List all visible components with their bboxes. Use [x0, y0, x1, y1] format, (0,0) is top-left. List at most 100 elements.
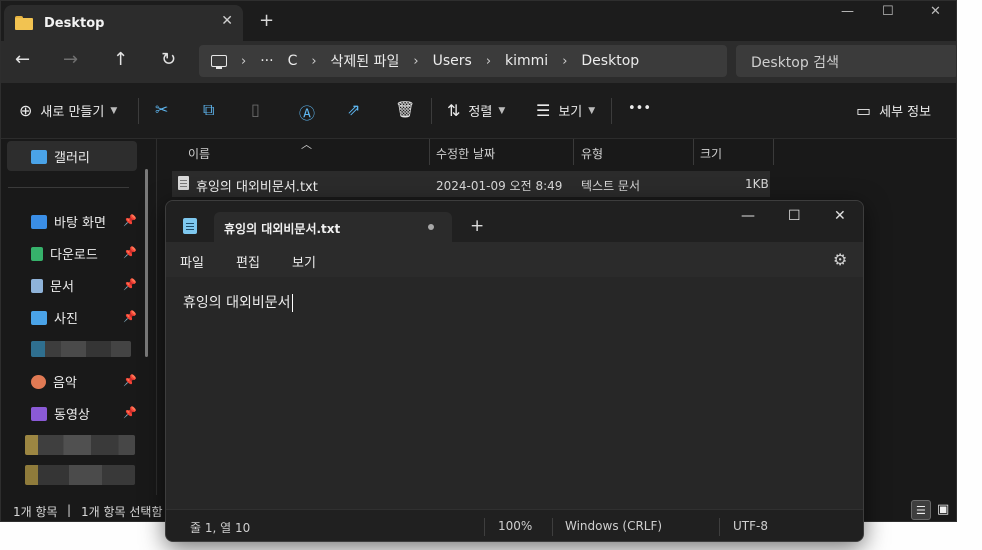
redacted-sidebar-item[interactable] — [31, 341, 131, 357]
encoding[interactable]: UTF-8 — [733, 519, 768, 533]
breadcrumb-item[interactable]: Users — [433, 53, 472, 69]
close-window-button[interactable]: ✕ — [930, 4, 941, 19]
breadcrumb-separator: › — [241, 53, 247, 69]
column-divider[interactable] — [773, 139, 774, 165]
forward-button[interactable]: → — [63, 49, 78, 70]
column-header-type[interactable]: 유형 — [581, 145, 603, 162]
sort-button[interactable]: ⇅ 정렬 ▼ — [447, 101, 505, 120]
sidebar-item-label: 문서 — [50, 280, 74, 295]
file-row[interactable]: 휴잉의 대외비문서.txt 2024-01-09 오전 8:49 텍스트 문서 … — [172, 171, 770, 197]
explorer-tab-desktop[interactable]: Desktop ✕ — [4, 5, 243, 41]
notepad-status-bar: 줄 1, 열 10 100% Windows (CRLF) UTF-8 — [166, 509, 863, 541]
zoom-level[interactable]: 100% — [498, 519, 532, 533]
pin-icon: 📌 — [123, 310, 137, 323]
redacted-sidebar-item[interactable] — [25, 435, 135, 455]
details-pane-label: 세부 정보 — [879, 105, 932, 120]
notepad-titlebar: 휴잉의 대외비문서.txt + — ☐ ✕ — [166, 201, 863, 242]
maximize-button[interactable]: ☐ — [882, 4, 894, 19]
breadcrumb-item[interactable]: 삭제된 파일 — [331, 51, 400, 71]
file-size: 1KB — [745, 177, 769, 191]
editor-text: 휴잉의 대외비문서 — [183, 295, 291, 311]
sort-caret-icon: ︿ — [301, 138, 312, 151]
file-modified: 2024-01-09 오전 8:49 — [436, 179, 563, 193]
sidebar-item-gallery-label-wrap[interactable]: 갤러리 — [31, 147, 90, 166]
pin-icon: 📌 — [123, 374, 137, 387]
pin-icon: 📌 — [123, 406, 137, 419]
navigation-pane: 갤러리 바탕 화면 📌 다운로드 📌 문서 📌 사진 📌 음악 📌 동영상 📌 — [1, 139, 149, 495]
sidebar-item-pictures[interactable]: 사진 — [31, 308, 78, 327]
address-bar[interactable]: › ··· C › 삭제된 파일 › Users › kimmi › Deskt… — [199, 45, 727, 77]
navigation-bar: ← → ↑ ↻ › ··· C › 삭제된 파일 › Users › kimmi… — [1, 41, 956, 83]
menu-view[interactable]: 보기 — [292, 252, 316, 271]
divider — [138, 98, 139, 124]
breadcrumb-item-current[interactable]: Desktop — [581, 53, 639, 69]
sidebar-item-downloads[interactable]: 다운로드 — [31, 244, 98, 263]
unsaved-indicator[interactable] — [428, 224, 434, 230]
settings-gear-icon[interactable]: ⚙ — [833, 250, 847, 269]
copy-icon[interactable]: ⧉ — [203, 100, 214, 120]
file-type: 텍스트 문서 — [581, 179, 641, 193]
file-name: 휴잉의 대외비문서.txt — [196, 180, 318, 195]
notepad-tab[interactable]: 휴잉의 대외비문서.txt — [214, 212, 452, 242]
column-header-modified[interactable]: 수정한 날짜 — [436, 145, 495, 162]
close-tab-icon[interactable]: ✕ — [221, 13, 233, 29]
breadcrumb-more[interactable]: ··· — [260, 53, 273, 69]
column-header-name[interactable]: 이름 — [188, 145, 210, 162]
details-pane-button[interactable]: ▭ 세부 정보 — [856, 101, 931, 120]
item-count: 1개 항목 — [13, 505, 58, 519]
cut-icon[interactable]: ✂ — [155, 100, 168, 119]
this-pc-icon[interactable] — [211, 55, 227, 69]
redacted-sidebar-item[interactable] — [25, 465, 135, 485]
minimize-button[interactable]: — — [841, 4, 854, 19]
back-button[interactable]: ← — [15, 49, 30, 70]
breadcrumb-separator: › — [485, 53, 492, 69]
text-editor-area[interactable]: 휴잉의 대외비문서 — [166, 277, 863, 509]
more-options-button[interactable]: ••• — [628, 101, 651, 116]
notepad-new-tab-button[interactable]: + — [470, 216, 484, 236]
paste-icon[interactable]: ▯ — [251, 100, 260, 119]
notepad-maximize-button[interactable]: ☐ — [788, 208, 801, 224]
refresh-button[interactable]: ↻ — [161, 49, 176, 70]
status-divider — [719, 518, 720, 536]
sidebar-item-videos[interactable]: 동영상 — [31, 404, 90, 423]
view-button[interactable]: ☰ 보기 ▼ — [536, 101, 595, 120]
share-icon[interactable]: ⇗ — [347, 100, 360, 119]
notepad-app-icon — [183, 218, 197, 234]
sidebar-item-label: 다운로드 — [50, 248, 98, 263]
pane-divider[interactable] — [156, 139, 157, 495]
large-icons-view-button[interactable]: ▣ — [934, 500, 954, 520]
sidebar-item-music[interactable]: 음악 — [31, 372, 77, 391]
sort-button-label: 정렬 — [468, 105, 493, 120]
pictures-icon — [31, 310, 47, 325]
notepad-minimize-button[interactable]: — — [741, 208, 755, 224]
chevron-down-icon: ▼ — [588, 105, 596, 116]
line-ending[interactable]: Windows (CRLF) — [565, 519, 662, 533]
new-tab-button[interactable]: + — [259, 10, 274, 31]
details-view-icon: ☰ — [916, 504, 926, 517]
sidebar-divider — [8, 187, 129, 188]
menu-file[interactable]: 파일 — [180, 252, 204, 271]
status-divider — [552, 518, 553, 536]
sidebar-item-desktop[interactable]: 바탕 화면 — [31, 212, 106, 231]
delete-icon[interactable]: 🗑 — [395, 100, 415, 119]
editor-text-line[interactable]: 휴잉의 대외비문서 — [183, 292, 293, 312]
command-bar: ⊕ 새로 만들기 ▼ ✂ ⧉ ▯ Ⓐ ⇗ 🗑 ⇅ 정렬 ▼ ☰ 보기 ▼ •••… — [1, 83, 956, 139]
column-divider[interactable] — [573, 139, 574, 165]
status-separator: | — [67, 503, 72, 517]
new-button[interactable]: ⊕ 새로 만들기 ▼ — [19, 101, 117, 120]
notepad-close-button[interactable]: ✕ — [834, 208, 846, 224]
column-header-size[interactable]: 크기 — [700, 145, 722, 162]
rename-icon[interactable]: Ⓐ — [299, 100, 315, 124]
sidebar-item-label: 바탕 화면 — [54, 216, 106, 231]
up-button[interactable]: ↑ — [113, 49, 128, 70]
column-divider[interactable] — [693, 139, 694, 165]
sidebar-item-documents[interactable]: 문서 — [31, 276, 74, 295]
search-input[interactable]: Desktop 검색 — [736, 45, 956, 77]
sidebar-scrollbar[interactable] — [145, 169, 148, 357]
details-view-button[interactable]: ☰ — [911, 500, 931, 520]
breadcrumb-item[interactable]: C — [288, 53, 298, 69]
breadcrumb-item[interactable]: kimmi — [505, 53, 548, 69]
menu-edit[interactable]: 편집 — [236, 252, 260, 271]
column-divider[interactable] — [429, 139, 430, 165]
status-divider — [484, 518, 485, 536]
